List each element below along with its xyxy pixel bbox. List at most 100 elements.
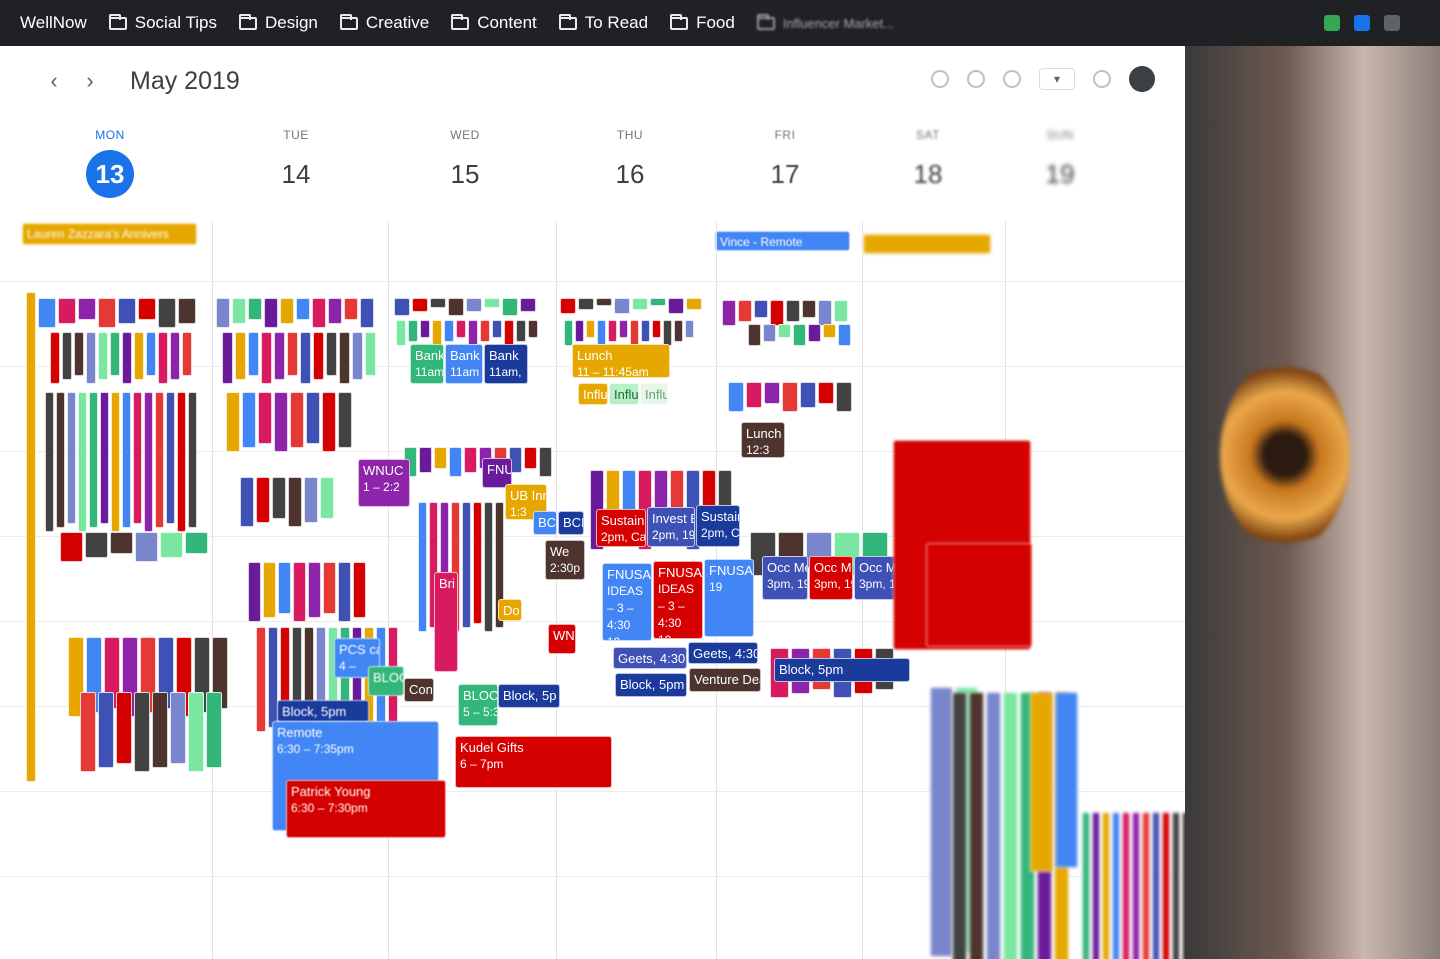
event-strip[interactable] [764, 382, 780, 404]
event-strip[interactable] [1142, 812, 1150, 959]
event-strip[interactable] [274, 332, 285, 380]
calendar-event[interactable]: Lunch 12:3 [741, 422, 785, 458]
event-strip[interactable] [304, 477, 318, 523]
event-strip[interactable] [432, 320, 442, 346]
event-strip[interactable] [608, 320, 617, 342]
calendar-event[interactable]: Geets, 4:30p [613, 647, 687, 669]
calendar-event[interactable]: Block, 5pm [774, 658, 910, 682]
bookmark-social-tips[interactable]: Social Tips [108, 13, 217, 33]
event-strip[interactable] [630, 320, 639, 346]
event-strip[interactable] [110, 332, 120, 376]
event-strip[interactable] [434, 447, 447, 469]
event-strip[interactable] [313, 332, 324, 380]
event-strip[interactable] [185, 532, 208, 554]
event-strip[interactable] [288, 477, 302, 527]
event-strip[interactable] [564, 320, 573, 346]
calendar-event[interactable]: Influ [640, 383, 668, 405]
event-strip[interactable] [685, 320, 694, 338]
event-strip[interactable] [597, 320, 606, 346]
event-strip[interactable] [134, 692, 150, 772]
event-strip[interactable] [290, 392, 304, 448]
event-strip[interactable] [278, 562, 291, 614]
calendar-event[interactable]: Block, 5pm [277, 700, 369, 722]
event-strip[interactable] [754, 300, 768, 318]
event-strip[interactable] [952, 692, 967, 959]
event-strip[interactable] [323, 562, 336, 614]
extension-icon[interactable] [1354, 15, 1370, 31]
event-strip[interactable] [206, 692, 222, 768]
event-strip[interactable] [492, 320, 502, 338]
event-strip[interactable] [232, 298, 246, 324]
event-strip[interactable] [430, 298, 446, 308]
event-strip[interactable] [1055, 692, 1078, 868]
calendar-event[interactable]: Sustain 2pm, Ca [596, 509, 646, 547]
event-strip[interactable] [834, 300, 848, 322]
event-strip[interactable] [763, 324, 776, 342]
event-strip[interactable] [1102, 812, 1110, 959]
event-strip[interactable] [134, 332, 144, 380]
next-week-button[interactable]: › [72, 68, 108, 94]
event-strip[interactable] [258, 392, 272, 444]
event-strip[interactable] [818, 300, 832, 326]
event-strip[interactable] [344, 298, 358, 320]
day-header-tue[interactable]: TUE 14 [236, 128, 356, 198]
calendar-event[interactable]: Occ Me 3pm, 19 [809, 556, 853, 600]
event-strip[interactable] [663, 320, 672, 346]
event-strip[interactable] [524, 447, 537, 469]
event-strip[interactable] [560, 298, 576, 314]
event-strip[interactable] [38, 298, 56, 328]
event-strip[interactable] [178, 298, 196, 324]
calendar-event[interactable]: We 2:30p [545, 540, 585, 580]
event-strip[interactable] [274, 392, 288, 452]
event-strip[interactable] [116, 692, 132, 764]
event-strip[interactable] [650, 298, 666, 306]
event-strip[interactable] [930, 687, 953, 957]
event-strip[interactable] [360, 298, 374, 328]
event-strip[interactable] [782, 382, 798, 412]
event-strip[interactable] [155, 392, 164, 528]
calendar-event[interactable]: Kudel Gifts 6 – 7pm [455, 736, 612, 788]
calendar-event[interactable]: Block, 5p [498, 684, 560, 708]
event-strip[interactable] [188, 392, 197, 528]
event-strip[interactable] [838, 324, 851, 346]
event-strip[interactable] [722, 300, 736, 326]
event-strip[interactable] [235, 332, 246, 380]
calendar-event[interactable]: Geets, 4:30 [688, 642, 758, 664]
search-icon[interactable] [930, 70, 949, 88]
calendar-event[interactable]: Influ [609, 383, 639, 405]
event-strip[interactable] [182, 332, 192, 376]
event-strip[interactable] [240, 477, 254, 527]
event-strip[interactable] [78, 298, 96, 320]
event-strip[interactable] [818, 382, 834, 404]
event-strip[interactable] [248, 562, 261, 622]
event-strip[interactable] [74, 332, 84, 376]
event-strip[interactable] [1112, 812, 1120, 959]
event-strip[interactable] [326, 332, 337, 376]
event-strip[interactable] [308, 562, 321, 618]
event-strip[interactable] [170, 332, 180, 380]
extension-icon[interactable] [1384, 15, 1400, 31]
event-strip[interactable] [786, 300, 800, 322]
event-strip[interactable] [226, 392, 240, 452]
event-strip[interactable] [280, 298, 294, 324]
event-strip[interactable] [248, 298, 262, 320]
event-strip[interactable] [528, 320, 538, 338]
event-strip[interactable] [793, 324, 806, 346]
event-strip[interactable] [122, 332, 132, 384]
calendar-event[interactable]: BCI [558, 511, 584, 535]
event-strip[interactable] [462, 502, 471, 628]
event-strip[interactable] [419, 447, 432, 473]
event-strip[interactable] [338, 392, 352, 448]
event-strip[interactable] [668, 298, 684, 314]
event-strip[interactable] [188, 692, 204, 772]
event-strip[interactable] [216, 298, 230, 328]
bookmark-to-read[interactable]: To Read [558, 13, 648, 33]
calendar-event[interactable]: FNUSA IDEAS – 3 – 4:30 19 IDEA [602, 563, 652, 641]
prev-week-button[interactable]: ‹ [36, 68, 72, 94]
event-strip[interactable] [98, 298, 116, 328]
avatar[interactable] [1129, 66, 1155, 92]
calendar-event[interactable]: Bank 11am [445, 344, 483, 384]
bookmark-creative[interactable]: Creative [339, 13, 429, 33]
day-header-sat[interactable]: SAT 18 [868, 128, 988, 198]
event-strip[interactable] [138, 298, 156, 320]
